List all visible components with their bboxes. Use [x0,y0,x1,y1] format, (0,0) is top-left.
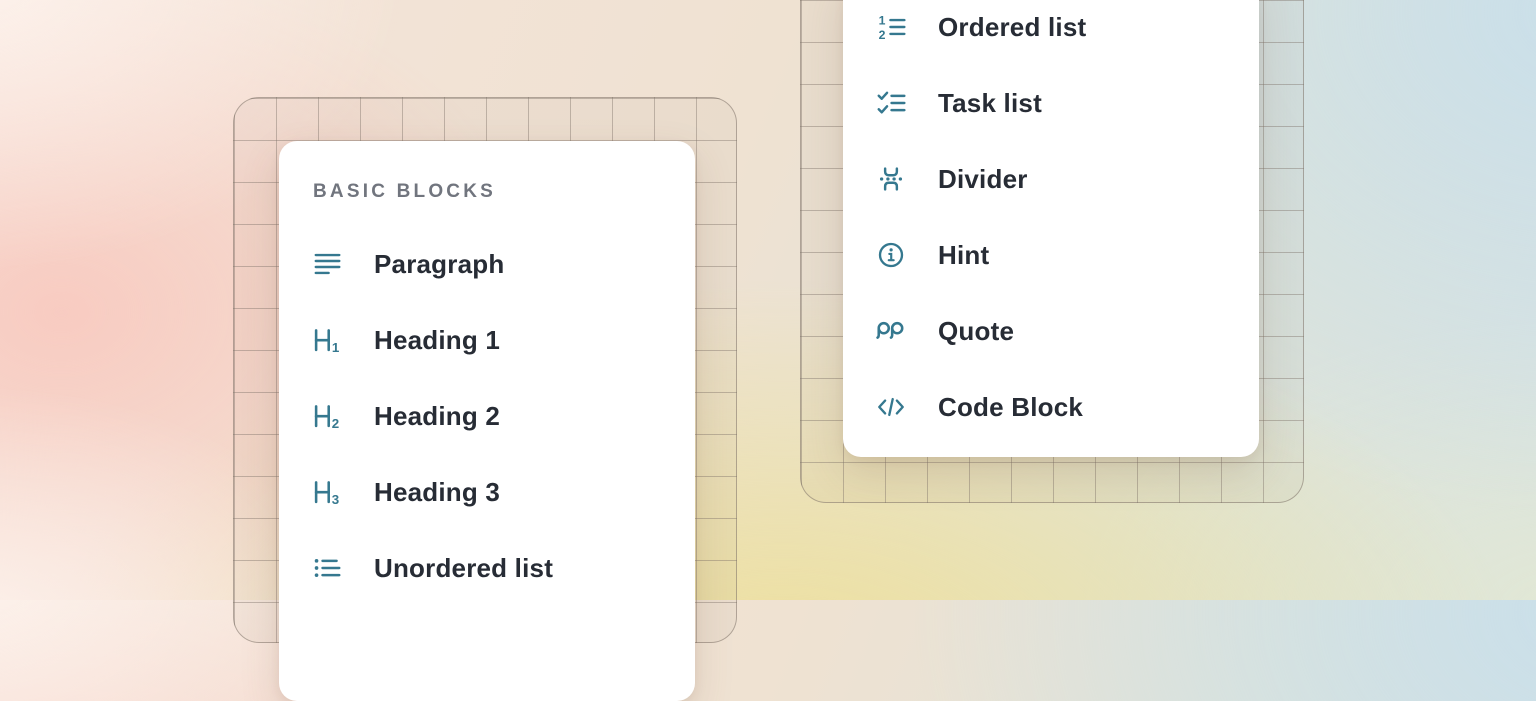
menu-item-task-list[interactable]: Task list [843,65,1259,141]
unordered-list-icon [311,552,343,584]
blocks-menu-continued: 1 2 Ordered list Task list [843,0,1259,457]
menu-item-heading-1[interactable]: 1 Heading 1 [279,302,695,378]
quote-icon [875,315,907,347]
hint-icon [875,239,907,271]
menu-item-label: Heading 3 [374,477,500,508]
menu-item-ordered-list[interactable]: 1 2 Ordered list [843,0,1259,65]
menu-item-hint[interactable]: Hint [843,217,1259,293]
menu-item-label: Ordered list [938,12,1086,43]
menu-item-label: Heading 2 [374,401,500,432]
menu-item-quote[interactable]: Quote [843,293,1259,369]
divider-icon [875,163,907,195]
menu-item-paragraph[interactable]: Paragraph [279,226,695,302]
basic-blocks-menu: BASIC BLOCKS Paragraph 1 Heading 1 2 Hea… [279,141,695,701]
heading-3-icon: 3 [311,476,343,508]
heading-2-icon: 2 [311,400,343,432]
menu-item-label: Divider [938,164,1028,195]
menu-item-unordered-list[interactable]: Unordered list [279,530,695,606]
menu-item-label: Paragraph [374,249,504,280]
menu-item-label: Hint [938,240,989,271]
menu-item-divider[interactable]: Divider [843,141,1259,217]
task-list-icon [875,87,907,119]
code-block-icon [875,391,907,423]
menu-item-label: Task list [938,88,1042,119]
svg-text:1: 1 [879,13,886,27]
menu-item-label: Code Block [938,392,1083,423]
svg-text:1: 1 [332,340,340,355]
menu-item-heading-3[interactable]: 3 Heading 3 [279,454,695,530]
section-label: BASIC BLOCKS [313,177,695,207]
svg-text:2: 2 [332,416,339,431]
menu-item-code-block[interactable]: Code Block [843,369,1259,445]
menu-item-label: Quote [938,316,1014,347]
menu-item-heading-2[interactable]: 2 Heading 2 [279,378,695,454]
svg-text:3: 3 [332,492,339,507]
paragraph-icon [311,248,343,280]
menu-item-label: Unordered list [374,553,553,584]
svg-text:2: 2 [879,28,886,42]
heading-1-icon: 1 [311,324,343,356]
menu-item-label: Heading 1 [374,325,500,356]
ordered-list-icon: 1 2 [875,11,907,43]
